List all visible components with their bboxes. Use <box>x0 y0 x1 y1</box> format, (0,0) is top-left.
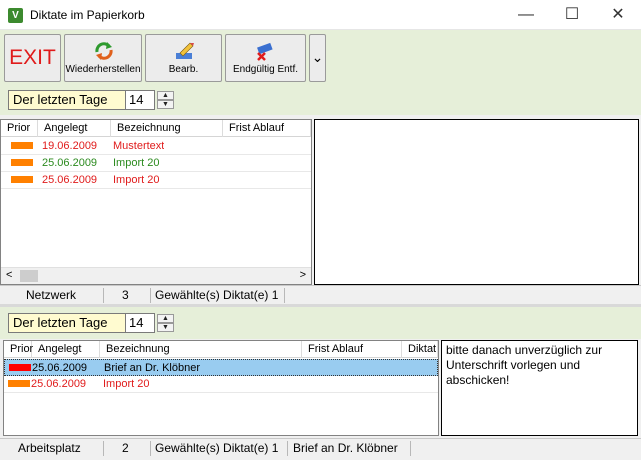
col-deadline[interactable]: Frist Ablauf <box>302 341 402 358</box>
top-horizontal-scrollbar[interactable]: < > <box>1 267 311 284</box>
bottom-period-select[interactable]: Der letzten Tage <box>8 313 126 333</box>
cell-title: Import 20 <box>113 157 160 169</box>
bottom-days-up[interactable]: ▲ <box>157 314 174 323</box>
col-created[interactable]: Angelegt <box>38 120 111 137</box>
table-row[interactable]: 25.06.2009 Brief an Dr. Klöbner <box>4 359 438 376</box>
priority-indicator <box>11 176 33 183</box>
col-prior[interactable]: Prior <box>1 120 38 137</box>
bottom-status-bar: Arbeitsplatz 2 Gewählte(s) Diktat(e) 1 B… <box>0 438 641 460</box>
cell-title: Import 20 <box>113 174 160 186</box>
edit-button[interactable]: Bearb. <box>145 34 222 82</box>
table-row[interactable]: 25.06.2009 Import 20 <box>1 155 311 172</box>
col-title[interactable]: Bezeichnung <box>111 120 223 137</box>
restore-icon <box>95 42 113 60</box>
title-bar: V Diktate im Papierkorb — ☐ ✕ <box>0 0 641 30</box>
top-note-panel[interactable] <box>314 119 639 285</box>
maximize-button[interactable]: ☐ <box>549 0 595 30</box>
bottom-days-input[interactable]: 14 <box>125 313 155 333</box>
toolbar: EXIT Wiederherstellen Bearb. Endgültig E… <box>0 30 641 85</box>
status-location: Arbeitsplatz <box>18 441 81 455</box>
table-row[interactable]: 19.06.2009 Mustertext <box>1 138 311 155</box>
status-selected: Gewählte(s) Diktat(e) 1 <box>155 288 279 302</box>
cell-created: 25.06.2009 <box>32 362 88 374</box>
status-location: Netzwerk <box>26 288 77 302</box>
bottom-filter-bar: Der letzten Tage 14 ▲ ▼ <box>0 307 641 339</box>
priority-indicator <box>8 380 30 387</box>
top-table-header: Prior Angelegt Bezeichnung Frist Ablauf <box>1 120 311 137</box>
priority-indicator <box>9 364 31 371</box>
priority-indicator <box>11 159 33 166</box>
status-count: 2 <box>122 441 129 455</box>
minimize-button[interactable]: — <box>503 0 549 30</box>
cell-created: 25.06.2009 <box>42 157 98 169</box>
scroll-thumb[interactable] <box>20 270 38 282</box>
col-dictation[interactable]: Diktat <box>402 341 438 358</box>
col-created[interactable]: Angelegt <box>32 341 100 358</box>
top-days-down[interactable]: ▼ <box>157 100 174 109</box>
scroll-right-icon[interactable]: > <box>300 269 306 281</box>
status-selected: Gewählte(s) Diktat(e) 1 <box>155 441 279 455</box>
restore-button[interactable]: Wiederherstellen <box>64 34 142 82</box>
top-filter-bar: Der letzten Tage 14 ▲ ▼ <box>0 85 641 115</box>
col-title[interactable]: Bezeichnung <box>100 341 302 358</box>
delete-label: Endgültig Entf. <box>232 64 299 75</box>
cell-created: 25.06.2009 <box>31 378 87 390</box>
cell-created: 25.06.2009 <box>42 174 98 186</box>
scroll-left-icon[interactable]: < <box>6 269 12 281</box>
top-status-bar: Netzwerk 3 Gewählte(s) Diktat(e) 1 <box>0 285 641 305</box>
delete-icon <box>257 42 273 61</box>
priority-indicator <box>11 142 33 149</box>
delete-button[interactable]: Endgültig Entf. <box>225 34 306 82</box>
cell-title: Mustertext <box>113 140 165 152</box>
top-days-up[interactable]: ▲ <box>157 91 174 100</box>
bottom-table-header: Prior Angelegt Bezeichnung Frist Ablauf … <box>4 341 438 358</box>
app-icon: V <box>8 8 23 23</box>
col-prior[interactable]: Prior <box>4 341 33 358</box>
exit-button[interactable]: EXIT <box>4 34 61 82</box>
cell-created: 19.06.2009 <box>42 140 98 152</box>
top-days-input[interactable]: 14 <box>125 90 155 110</box>
status-current-item: Brief an Dr. Klöbner <box>293 441 398 455</box>
top-period-select[interactable]: Der letzten Tage <box>8 90 126 110</box>
status-count: 3 <box>122 288 129 302</box>
col-deadline[interactable]: Frist Ablauf <box>223 120 311 137</box>
table-row[interactable]: 25.06.2009 Import 20 <box>4 376 438 393</box>
window-title: Diktate im Papierkorb <box>30 8 145 22</box>
pencil-icon <box>176 42 194 59</box>
restore-label: Wiederherstellen <box>65 64 141 75</box>
close-button[interactable]: ✕ <box>595 0 641 30</box>
cell-title: Brief an Dr. Klöbner <box>104 362 200 374</box>
table-row[interactable]: 25.06.2009 Import 20 <box>1 172 311 189</box>
bottom-dictation-table: Prior Angelegt Bezeichnung Frist Ablauf … <box>3 340 439 436</box>
top-dictation-table: Prior Angelegt Bezeichnung Frist Ablauf … <box>0 119 312 285</box>
bottom-days-down[interactable]: ▼ <box>157 323 174 332</box>
edit-label: Bearb. <box>168 64 199 75</box>
bottom-note-panel[interactable]: bitte danach unverzüglich zur Unterschri… <box>441 340 638 436</box>
toolbar-more-button[interactable]: ⌄ <box>309 34 326 82</box>
cell-title: Import 20 <box>103 378 150 390</box>
